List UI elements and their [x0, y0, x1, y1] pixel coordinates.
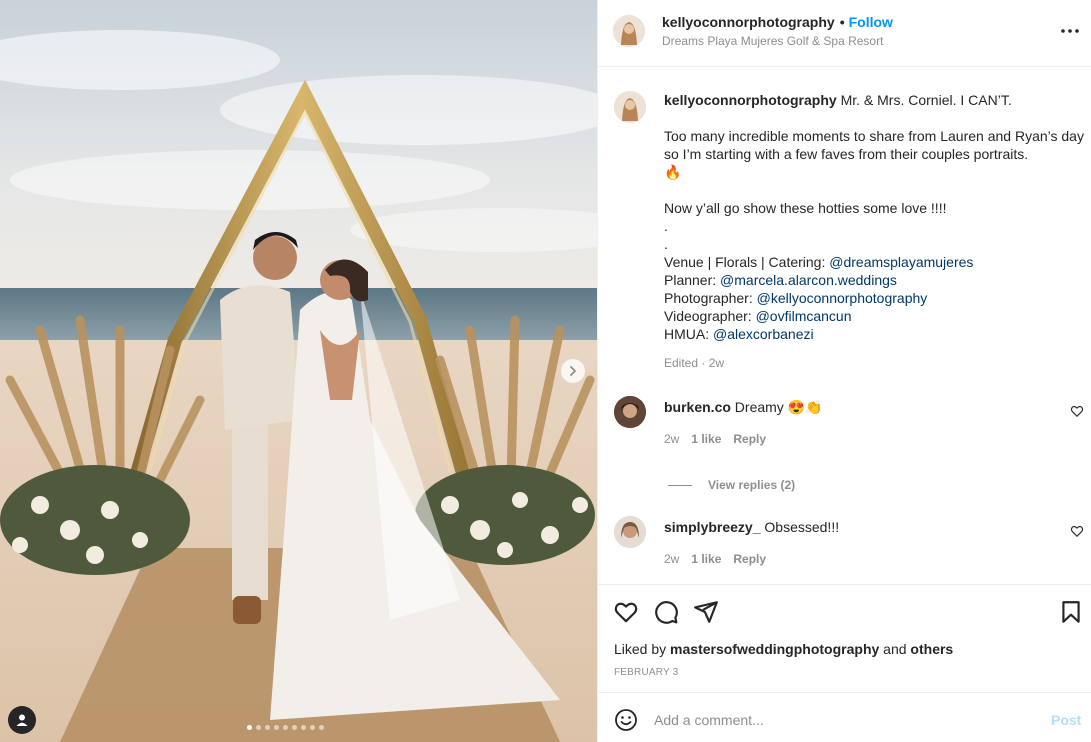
share-paper-plane-icon[interactable]	[693, 599, 719, 625]
comment-username[interactable]: simplybreezy_	[664, 519, 761, 535]
carousel-indicator	[247, 725, 324, 730]
mention-link[interactable]: @marcela.alarcon.weddings	[720, 272, 897, 288]
next-photo-button[interactable]	[561, 359, 585, 383]
comment-username[interactable]: burken.co	[664, 399, 731, 415]
divider	[668, 484, 692, 486]
tagged-users-button[interactable]	[8, 706, 36, 734]
heart-icon[interactable]	[1070, 404, 1084, 418]
comment-age: 2w	[664, 432, 680, 446]
avatar[interactable]	[614, 516, 646, 548]
liked-by-others-link[interactable]: others	[910, 641, 953, 657]
avatar[interactable]	[614, 91, 646, 123]
reply-button[interactable]: Reply	[733, 432, 766, 446]
heart-icon[interactable]	[1070, 524, 1084, 538]
avatar[interactable]	[614, 396, 646, 428]
caption-username[interactable]: kellyoconnorphotography	[664, 92, 837, 108]
view-replies-button[interactable]: View replies (2)	[668, 478, 795, 492]
carousel-dot	[283, 725, 288, 730]
comment-text: Obsessed!!!	[764, 519, 840, 535]
caption-credit: HMUA: @alexcorbanezi	[664, 326, 814, 342]
more-options-icon[interactable]	[1058, 22, 1082, 40]
carousel-dot	[256, 725, 261, 730]
caption-credit: Videographer: @ovfilmcancun	[664, 308, 852, 324]
follow-button[interactable]: Follow	[849, 14, 893, 30]
avatar[interactable]	[613, 15, 645, 47]
carousel-dot	[274, 725, 279, 730]
comment-item: simplybreezy_ Obsessed!!! 2w 1 like Repl…	[598, 516, 1091, 576]
bookmark-icon[interactable]	[1058, 599, 1084, 625]
mention-link[interactable]: @kellyoconnorphotography	[757, 290, 928, 306]
caption-meta: Edited · 2w	[664, 356, 725, 370]
mention-link[interactable]: @dreamsplayamujeres	[829, 254, 973, 270]
carousel-dot	[319, 725, 324, 730]
caption-first-line: Mr. & Mrs. Corniel. I CAN’T.	[840, 92, 1012, 108]
caption-dot: .	[664, 218, 668, 234]
mention-link[interactable]: @ovfilmcancun	[756, 308, 852, 324]
chevron-right-icon	[570, 366, 576, 376]
caption-paragraph: Now y’all go show these hotties some lov…	[664, 200, 947, 216]
mention-link[interactable]: @alexcorbanezi	[713, 326, 814, 342]
carousel-dot	[292, 725, 297, 730]
post-date[interactable]: FEBRUARY 3	[614, 667, 678, 678]
post-actions: Liked by mastersofweddingphotography and…	[598, 584, 1091, 692]
caption-dot: .	[664, 236, 668, 252]
carousel-dot	[301, 725, 306, 730]
caption-paragraph: Too many incredible moments to share fro…	[664, 128, 1084, 162]
caption-credit: Planner: @marcela.alarcon.weddings	[664, 272, 897, 288]
like-heart-icon[interactable]	[613, 599, 639, 625]
carousel-dot	[310, 725, 315, 730]
post-header: kellyoconnorphotography • Follow Dreams Pl…	[598, 0, 1091, 67]
emoji-smiley-icon[interactable]	[614, 708, 638, 732]
reply-button[interactable]: Reply	[733, 552, 766, 566]
post-photo[interactable]	[0, 0, 597, 742]
post-side-panel: kellyoconnorphotography • Follow Dreams Pl…	[597, 0, 1091, 742]
comment-bubble-icon[interactable]	[653, 599, 679, 625]
wedding-beach-photo	[0, 0, 597, 742]
user-icon	[16, 714, 28, 726]
carousel-dot	[247, 725, 252, 730]
comment-item: burken.co Dreamy 😍👏 2w 1 like Reply	[598, 396, 1091, 456]
liked-by-user-link[interactable]: mastersofweddingphotography	[670, 641, 879, 657]
post-location[interactable]: Dreams Playa Mujeres Golf & Spa Resort	[662, 34, 883, 48]
avatar-image	[613, 15, 645, 47]
add-comment-bar: Post	[598, 692, 1091, 742]
caption-credit: Photographer: @kellyoconnorphotography	[664, 290, 928, 306]
caption-credit: Venue | Florals | Catering: @dreamsplaya…	[664, 254, 974, 270]
comment-text: Dreamy 😍👏	[734, 399, 823, 415]
comment-likes[interactable]: 1 like	[691, 552, 721, 566]
carousel-dot	[265, 725, 270, 730]
author-username[interactable]: kellyoconnorphotography	[662, 14, 835, 30]
comments-list[interactable]: kellyoconnorphotography Mr. & Mrs. Corni…	[598, 67, 1091, 584]
liked-by: Liked by mastersofweddingphotography and…	[614, 641, 954, 657]
fire-emoji: 🔥	[664, 164, 682, 180]
post-comment-button[interactable]: Post	[1051, 712, 1081, 728]
comment-likes[interactable]: 1 like	[691, 432, 721, 446]
comment-age: 2w	[664, 552, 680, 566]
comment-input[interactable]	[654, 706, 1024, 734]
header-separator: •	[839, 14, 845, 30]
